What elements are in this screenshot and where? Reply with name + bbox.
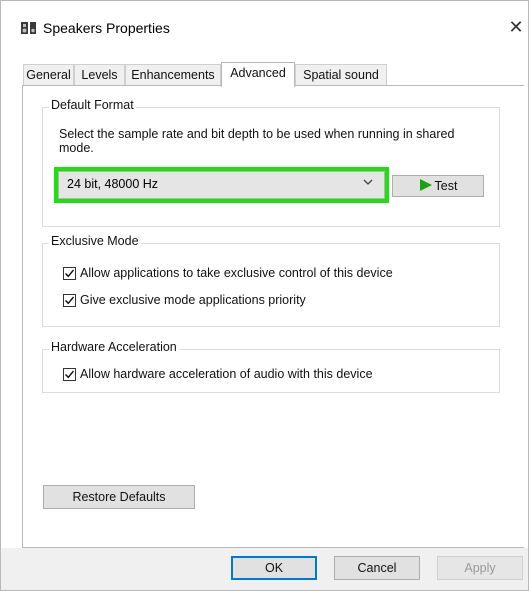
window-title: Speakers Properties: [43, 20, 170, 36]
sample-rate-value: 24 bit, 48000 Hz: [67, 177, 159, 191]
exclusive-priority-label: Give exclusive mode applications priorit…: [80, 293, 306, 307]
tab-general[interactable]: General: [23, 64, 74, 85]
tab-spatial-sound[interactable]: Spatial sound: [295, 64, 387, 85]
exclusive-mode-title: Exclusive Mode: [49, 234, 141, 248]
default-format-title: Default Format: [49, 98, 136, 112]
cancel-button[interactable]: Cancel: [334, 556, 420, 580]
chevron-down-icon: [363, 179, 373, 185]
test-button[interactable]: Test: [392, 175, 484, 197]
checkmark-icon: [65, 269, 75, 278]
checkmark-icon: [65, 370, 75, 379]
restore-defaults-button[interactable]: Restore Defaults: [43, 485, 195, 509]
checkbox-box[interactable]: [63, 368, 76, 381]
play-icon: [419, 179, 432, 191]
checkbox-box[interactable]: [63, 267, 76, 280]
close-icon: ✕: [508, 17, 524, 37]
sample-rate-dropdown[interactable]: 24 bit, 48000 Hz: [58, 171, 385, 199]
hardware-acceleration-title: Hardware Acceleration: [49, 340, 179, 354]
checkmark-icon: [65, 296, 75, 305]
default-format-description: Select the sample rate and bit depth to …: [59, 127, 455, 155]
speakers-properties-dialog: Speakers Properties ✕ General Levels Enh…: [0, 0, 529, 591]
dialog-footer: OK Cancel Apply: [1, 548, 528, 590]
hardware-acceleration-label: Allow hardware acceleration of audio wit…: [80, 367, 373, 381]
tab-enhancements[interactable]: Enhancements: [125, 64, 221, 85]
tab-strip: General Levels Enhancements Advanced Spa…: [23, 62, 523, 87]
checkbox-box[interactable]: [63, 294, 76, 307]
speaker-icon: [21, 22, 36, 34]
allow-exclusive-control-label: Allow applications to take exclusive con…: [80, 266, 393, 280]
title-bar: Speakers Properties ✕: [1, 1, 528, 51]
apply-button[interactable]: Apply: [437, 556, 523, 580]
ok-button[interactable]: OK: [231, 556, 317, 580]
test-label: Test: [434, 179, 458, 193]
close-button[interactable]: ✕: [505, 15, 527, 39]
exclusive-mode-group: [42, 243, 500, 327]
tab-advanced[interactable]: Advanced: [221, 62, 295, 87]
advanced-tab-panel: Default Format Select the sample rate an…: [22, 85, 524, 548]
tab-levels[interactable]: Levels: [74, 64, 125, 85]
